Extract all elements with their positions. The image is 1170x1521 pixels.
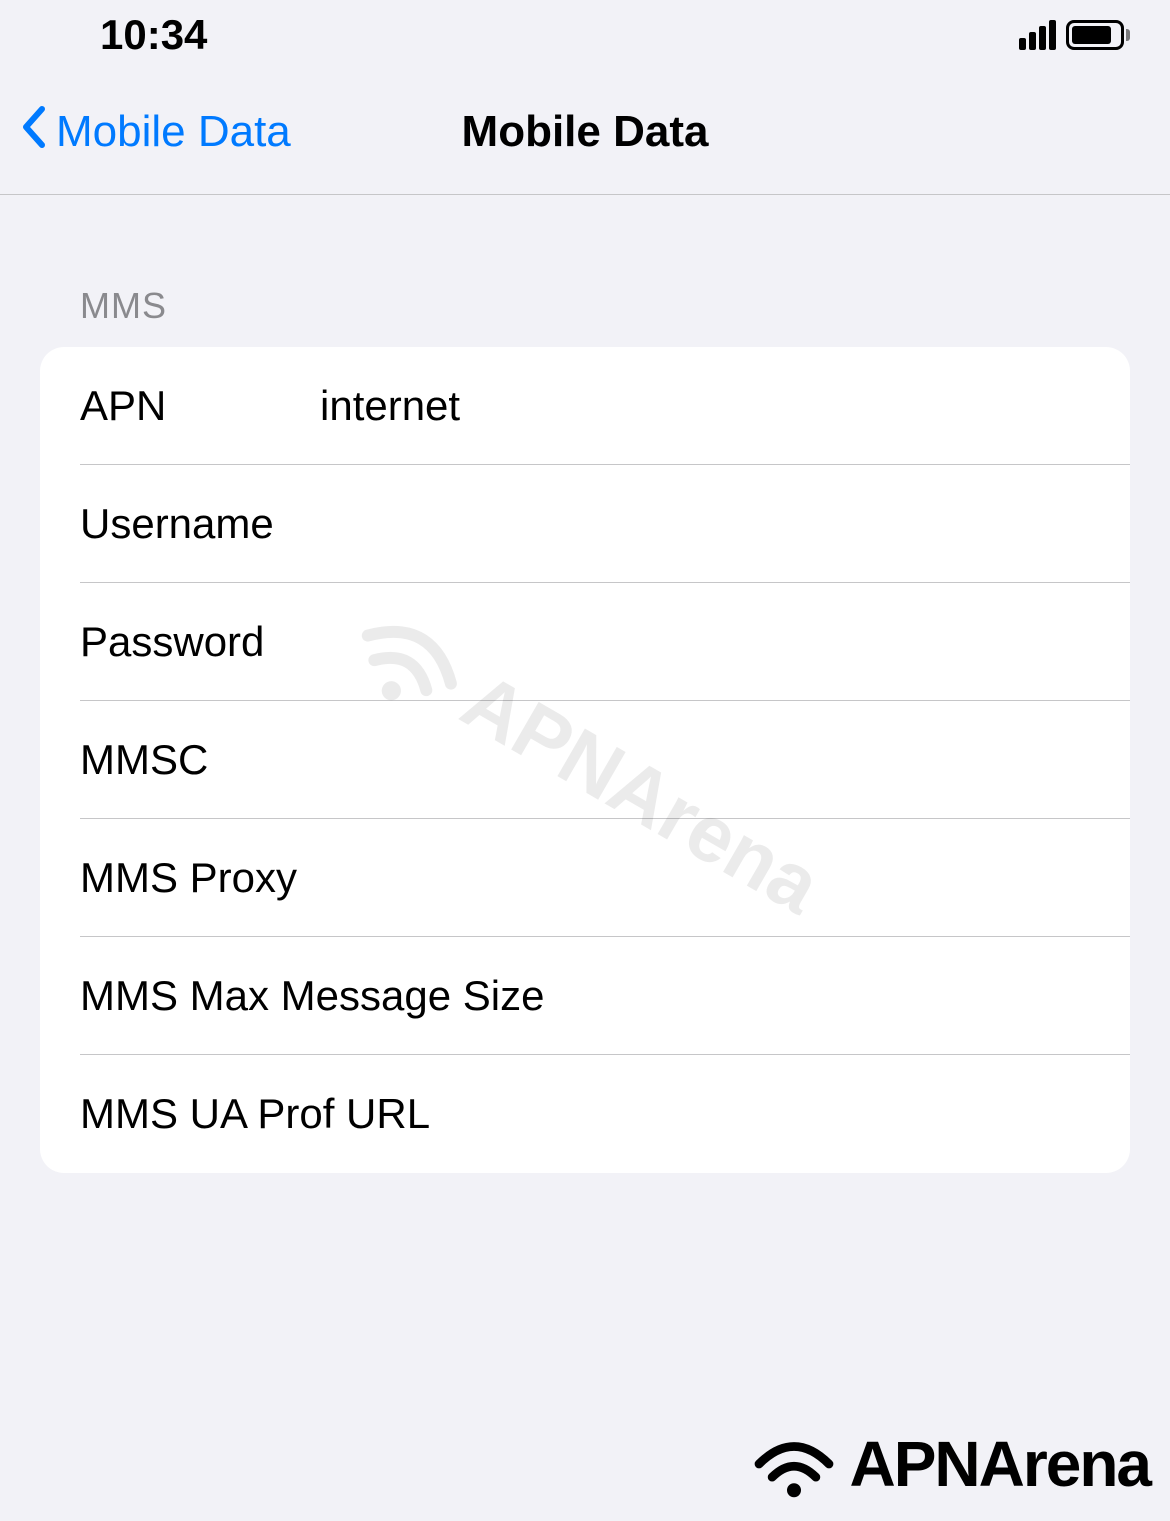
row-mmsc[interactable]: MMSC xyxy=(40,701,1130,819)
row-mms-proxy[interactable]: MMS Proxy xyxy=(40,819,1130,937)
label-mms-proxy: MMS Proxy xyxy=(80,854,585,902)
page-title: Mobile Data xyxy=(462,107,709,157)
settings-card-mms: APN internet Username Password MMSC MMS … xyxy=(40,347,1130,1173)
status-bar: 10:34 xyxy=(0,0,1170,70)
row-mms-ua-prof[interactable]: MMS UA Prof URL xyxy=(40,1055,1130,1173)
back-button[interactable]: Mobile Data xyxy=(20,105,291,160)
watermark-bottom: APNArena xyxy=(749,1427,1150,1501)
content: MMS APN internet Username Password MMSC … xyxy=(0,195,1170,1173)
signal-icon xyxy=(1019,20,1056,50)
nav-bar: Mobile Data Mobile Data xyxy=(0,70,1170,195)
status-time: 10:34 xyxy=(100,11,207,59)
chevron-left-icon xyxy=(20,105,48,160)
watermark-bottom-text: APNArena xyxy=(849,1427,1150,1501)
row-mms-max-msg[interactable]: MMS Max Message Size xyxy=(40,937,1130,1055)
label-mms-max-msg: MMS Max Message Size xyxy=(80,972,585,1020)
label-apn: APN xyxy=(80,382,320,430)
battery-icon xyxy=(1066,20,1130,50)
status-icons xyxy=(1019,20,1130,50)
value-apn[interactable]: internet xyxy=(320,382,1090,430)
label-password: Password xyxy=(80,618,320,666)
label-mms-ua-prof: MMS UA Prof URL xyxy=(80,1090,585,1138)
label-mmsc: MMSC xyxy=(80,736,320,784)
row-username[interactable]: Username xyxy=(40,465,1130,583)
row-apn[interactable]: APN internet xyxy=(40,347,1130,465)
back-label: Mobile Data xyxy=(56,107,291,157)
section-header-mms: MMS xyxy=(40,195,1130,347)
row-password[interactable]: Password xyxy=(40,583,1130,701)
wifi-icon xyxy=(749,1429,839,1499)
label-username: Username xyxy=(80,500,320,548)
